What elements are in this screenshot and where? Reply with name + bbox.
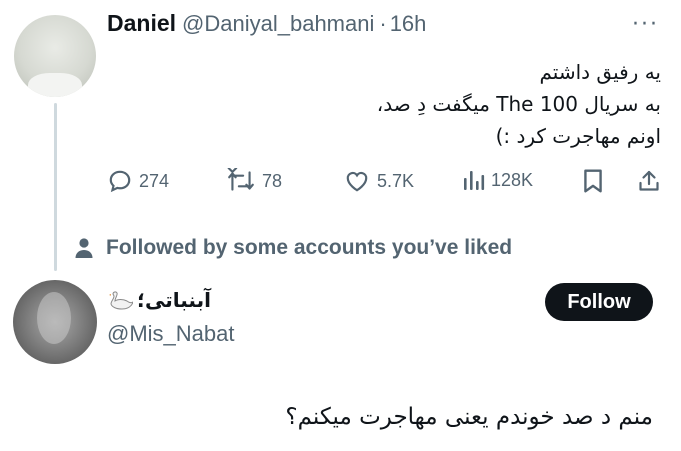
author-name[interactable]: Daniel [107, 10, 176, 37]
tweet-text-line: به سریال The 100 میگفت دِ صد، [376, 92, 661, 116]
more-options-icon[interactable]: ··· [632, 12, 659, 37]
reply-text: منم د صد خوندم یعنی مهاجرت میکنم؟ [285, 404, 653, 430]
tweet-header: Daniel @Daniyal_bahmani · 16h [107, 10, 426, 37]
repost-button[interactable]: 78 [226, 168, 282, 194]
person-icon [75, 238, 93, 258]
separator-dot: · [379, 11, 387, 36]
suggested-user-avatar[interactable] [13, 280, 97, 364]
views-button[interactable]: 128K [463, 168, 533, 192]
tweet-text: یه رفیق داشتم به سریال The 100 میگفت دِ … [377, 56, 661, 152]
reply-count: 274 [139, 170, 170, 191]
reply-button[interactable]: 274 [107, 168, 169, 194]
like-button[interactable]: 5.7K [343, 168, 414, 194]
suggested-user-name-row[interactable]: آبنباتی؛ [107, 288, 211, 312]
heart-icon [346, 171, 368, 192]
reply-icon [109, 170, 131, 193]
suggested-user-name: آبنباتی؛ [137, 288, 211, 312]
tweet-text-line: اونم مهاجرت کرد :) [495, 124, 661, 148]
like-count: 5.7K [377, 170, 415, 191]
repost-icon [227, 168, 254, 191]
repost-count: 78 [262, 170, 283, 191]
views-count: 128K [491, 169, 534, 190]
share-button[interactable] [637, 168, 661, 194]
bookmark-icon [584, 169, 602, 193]
tweet-text-line: یه رفیق داشتم [539, 60, 661, 84]
views-chart-icon [464, 171, 485, 190]
tweet-time[interactable]: 16h [390, 11, 427, 37]
swan-emoji-icon [109, 291, 133, 310]
bookmark-button[interactable] [582, 168, 604, 194]
suggested-user-handle[interactable]: @Mis_Nabat [107, 321, 235, 347]
follow-button[interactable]: Follow [545, 283, 653, 321]
social-context: Followed by some accounts you’ve liked [74, 236, 512, 260]
social-context-text: Followed by some accounts you’ve liked [106, 236, 513, 259]
author-handle[interactable]: @Daniyal_bahmani [182, 11, 374, 37]
tweet-actions: 274 78 5.7K 128K [0, 168, 681, 198]
author-avatar[interactable] [14, 15, 96, 97]
share-icon [639, 170, 659, 191]
